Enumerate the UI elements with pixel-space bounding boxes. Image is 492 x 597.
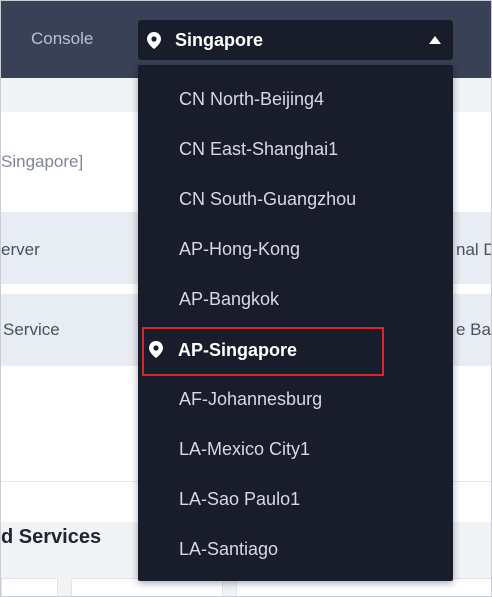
- section-title: d Services: [1, 526, 102, 548]
- region-option[interactable]: AP-Bangkok: [138, 275, 453, 325]
- window-frame: Console Singapore Singapore] erver nal D…: [0, 0, 492, 597]
- service-row-label: nal D: [456, 240, 492, 259]
- service-card[interactable]: [1, 578, 58, 596]
- region-option[interactable]: LA-Mexico City1: [138, 425, 453, 475]
- region-option-label: LA-Sao Paulo1: [179, 489, 301, 509]
- region-option-label: LA-Mexico City1: [179, 439, 311, 459]
- region-option[interactable]: LA-Santiago: [138, 525, 453, 575]
- region-option[interactable]: CN South-Guangzhou: [138, 175, 453, 225]
- service-row-label: e Bac: [456, 320, 491, 339]
- region-option-label: AP-Singapore: [178, 340, 298, 360]
- map-pin-icon: [147, 32, 161, 54]
- caret-up-icon: [429, 36, 441, 44]
- region-option-label: AP-Hong-Kong: [179, 239, 301, 259]
- selected-region-label: Singapore: [175, 30, 264, 50]
- region-option-label: AF-Johannesburg: [179, 389, 323, 409]
- region-option[interactable]: CN East-Shanghai1: [138, 125, 453, 175]
- region-option-label: LA-Santiago: [179, 539, 279, 559]
- region-option-selected[interactable]: AP-Singapore: [138, 326, 453, 376]
- map-pin-icon: [149, 341, 163, 363]
- region-option[interactable]: CN North-Beijing4: [138, 75, 453, 125]
- region-dropdown-menu: CN North-Beijing4 CN East-Shanghai1 CN S…: [138, 65, 453, 581]
- service-row-label: erver: [1, 240, 40, 259]
- region-text: Singapore]: [1, 152, 84, 171]
- region-option[interactable]: AP-Hong-Kong: [138, 225, 453, 275]
- region-option[interactable]: AF-Johannesburg: [138, 375, 453, 425]
- region-option-label: AP-Bangkok: [179, 289, 280, 309]
- region-option[interactable]: LA-Sao Paulo1: [138, 475, 453, 525]
- service-row-label: Service: [3, 320, 60, 339]
- region-selector[interactable]: Singapore: [138, 20, 453, 60]
- region-option-label: CN East-Shanghai1: [179, 139, 339, 159]
- console-link[interactable]: Console: [31, 29, 93, 49]
- region-option-label: CN South-Guangzhou: [179, 189, 357, 209]
- region-option-label: CN North-Beijing4: [179, 89, 325, 109]
